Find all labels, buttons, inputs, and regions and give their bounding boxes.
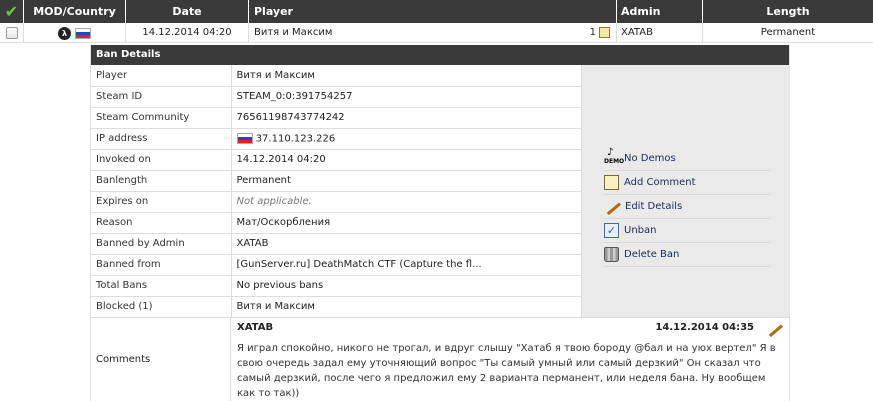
row-date: 14.12.2014 04:20 — [126, 23, 249, 43]
edit-details-button[interactable]: Edit Details — [602, 195, 770, 219]
row-checkbox[interactable] — [6, 27, 18, 39]
detail-banlength-value: Permanent — [231, 170, 581, 192]
comment-note-icon — [599, 26, 610, 38]
select-all-check-icon[interactable]: ✔ — [0, 0, 24, 23]
comment-icon — [604, 175, 619, 190]
bans-table-header: ✔ MOD/Country Date Player Admin Length — [0, 0, 873, 23]
row-admin: XATAB — [617, 23, 703, 43]
row-comment-count: 1 — [589, 27, 596, 38]
ban-actions-sidebar: DEMO No Demos Add Comment Edit Details ✓… — [581, 65, 790, 317]
table-row[interactable]: λ 14.12.2014 04:20 Витя и Максим 1 XATAB… — [0, 23, 873, 43]
detail-label: Blocked (1) — [91, 296, 232, 318]
detail-ip-value: 37.110.123.226 — [231, 128, 581, 150]
detail-server-value: [GunServer.ru] DeathMatch CTF (Capture t… — [231, 254, 581, 276]
header-mod-country[interactable]: MOD/Country — [24, 0, 126, 23]
comment-author: XATAB — [237, 322, 274, 333]
comment-text: Я играл спокойно, никого не трогал, и вд… — [237, 343, 776, 399]
detail-label: IP address — [91, 128, 232, 150]
detail-label: Banned by Admin — [91, 233, 232, 255]
detail-expires-value: Not applicable. — [231, 191, 581, 213]
detail-label: Banned from — [91, 254, 232, 276]
mod-icon: λ — [58, 26, 71, 40]
detail-label: Reason — [91, 212, 232, 234]
pencil-icon — [602, 197, 622, 216]
unban-label: Unban — [624, 225, 657, 236]
detail-label: Steam Community — [91, 107, 232, 129]
demo-icon: DEMO — [604, 149, 624, 166]
no-demos-label: No Demos — [624, 153, 676, 164]
detail-label: Expires on — [91, 191, 232, 213]
russia-flag-icon — [75, 27, 91, 39]
detail-label: Total Bans — [91, 275, 232, 297]
detail-ip-text: 37.110.123.226 — [255, 133, 336, 145]
comment-entry: XATAB 14.12.2014 04:35 Я играл спокойно,… — [231, 318, 790, 401]
detail-label: Invoked on — [91, 149, 232, 171]
ban-details-table: Player Витя и Максим Steam ID STEAM_0:0:39… — [91, 65, 581, 318]
row-player: Витя и Максим — [254, 27, 333, 38]
detail-totalbans-value: No previous bans — [231, 275, 581, 297]
add-comment-label: Add Comment — [624, 177, 696, 188]
ban-details-title: Ban Details — [91, 45, 789, 65]
detail-blocked-value: Витя и Максим — [231, 296, 581, 318]
header-admin[interactable]: Admin — [617, 0, 703, 23]
russia-flag-icon — [236, 132, 253, 144]
detail-label: Steam ID — [91, 86, 232, 108]
delete-ban-label: Delete Ban — [624, 249, 680, 260]
detail-invoked-value: 14.12.2014 04:20 — [231, 149, 581, 171]
detail-player-value: Витя и Максим — [231, 65, 581, 87]
row-length: Permanent — [760, 27, 816, 38]
delete-ban-button[interactable]: Delete Ban — [604, 243, 770, 267]
detail-label: Banlength — [91, 170, 232, 192]
detail-steamid-value: STEAM_0:0:391754257 — [231, 86, 581, 108]
detail-admin-value: XATAB — [231, 233, 581, 255]
detail-community-link[interactable]: 76561198743774242 — [231, 107, 581, 129]
add-comment-button[interactable]: Add Comment — [604, 171, 770, 195]
header-player[interactable]: Player — [249, 0, 617, 23]
detail-reason-value: Мат/Оскорбления — [231, 212, 581, 234]
comment-date: 14.12.2014 04:35 — [655, 322, 754, 333]
detail-label: Player — [91, 65, 232, 87]
unban-button[interactable]: ✓ Unban — [604, 219, 770, 243]
unban-icon: ✓ — [604, 223, 619, 238]
trash-icon — [604, 247, 619, 262]
header-length[interactable]: Length — [703, 0, 873, 23]
no-demos-link[interactable]: DEMO No Demos — [604, 147, 770, 171]
ban-details-panel: Ban Details Player Витя и Максим Steam ID… — [90, 45, 790, 401]
comments-row: Comments XATAB 14.12.2014 04:35 Я играл … — [91, 317, 790, 401]
header-date[interactable]: Date — [126, 0, 249, 23]
edit-details-label: Edit Details — [625, 201, 683, 212]
comments-label: Comments — [91, 318, 231, 401]
